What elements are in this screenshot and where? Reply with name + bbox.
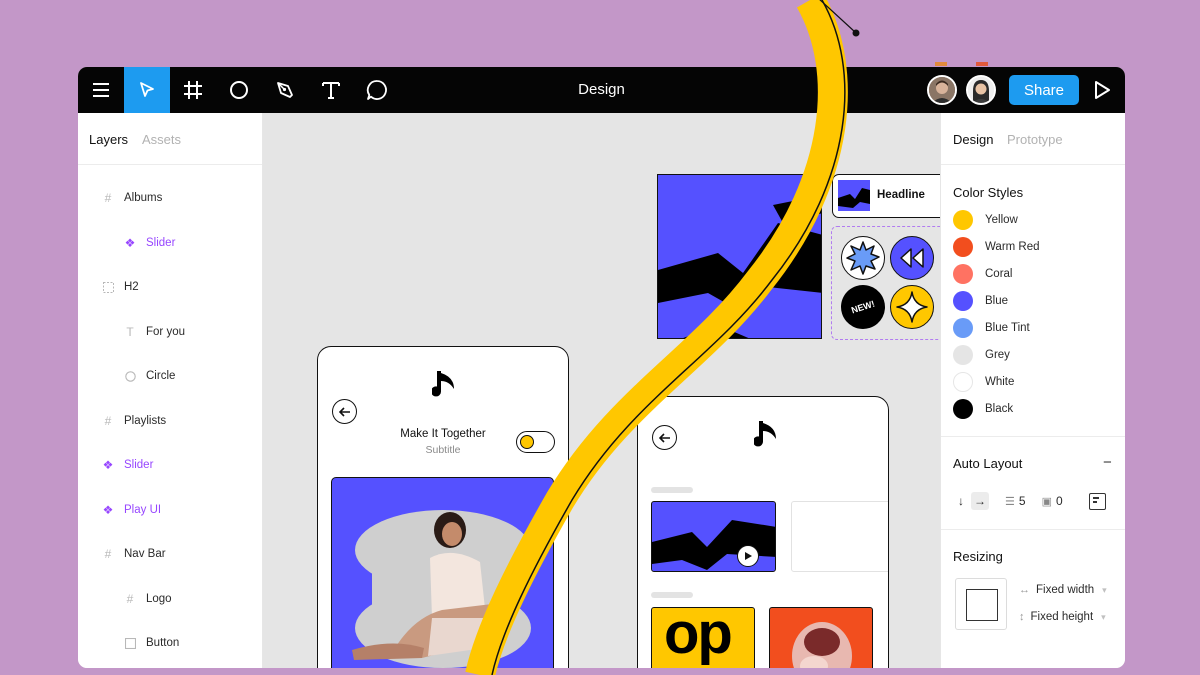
decorative-swoosh <box>465 0 988 675</box>
